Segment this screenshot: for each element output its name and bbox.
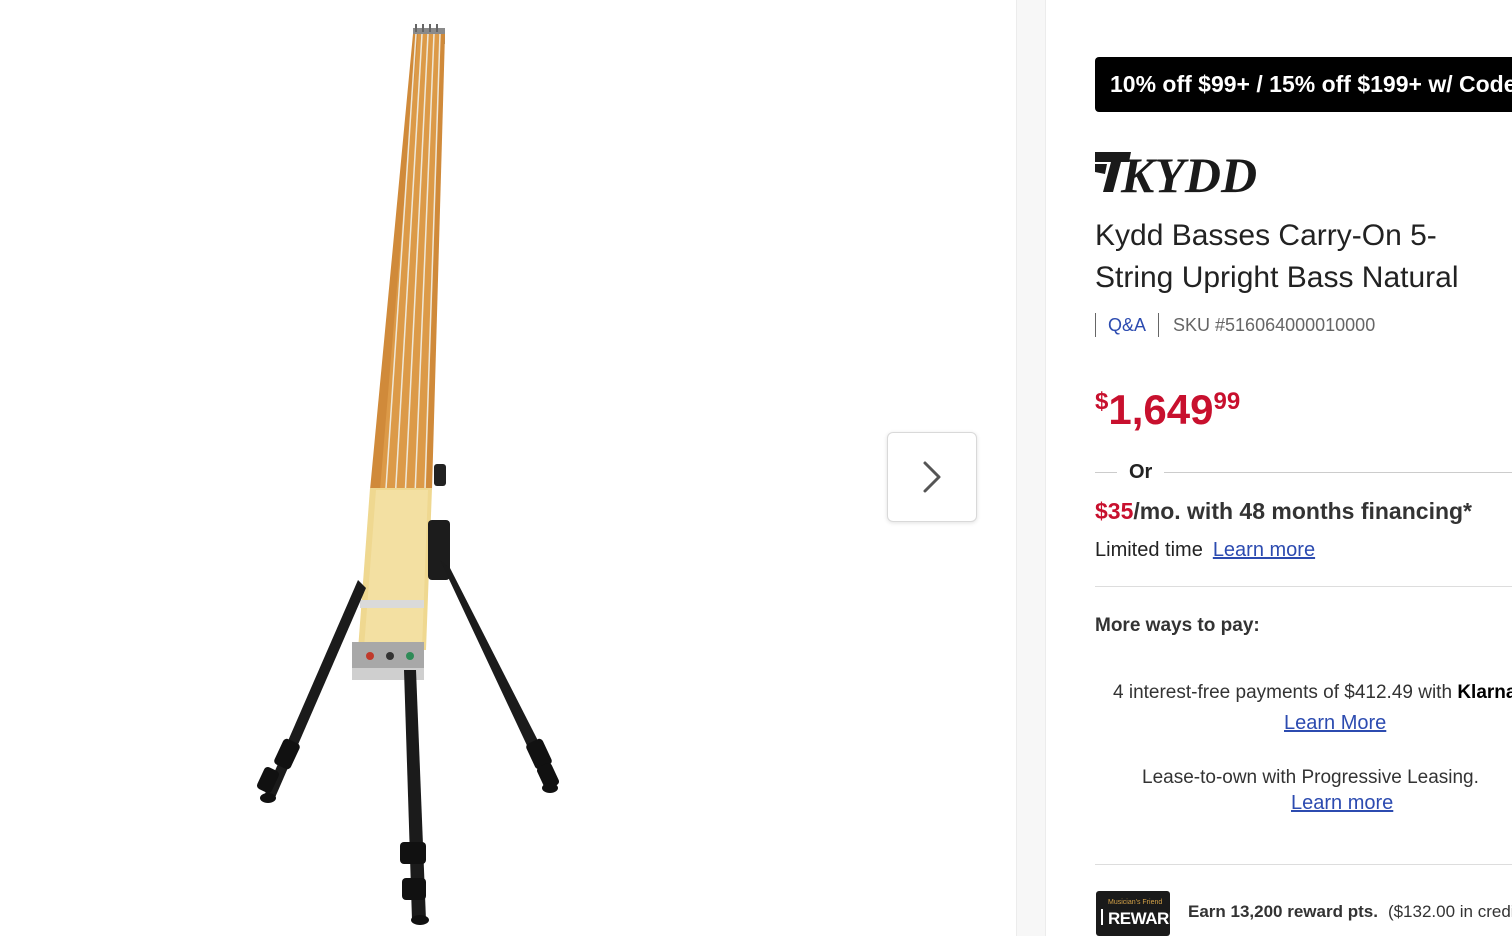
rewards-logo-text: REWARDS <box>1108 909 1192 928</box>
brand-logo[interactable]: KYDD <box>1095 148 1277 196</box>
financing-offer: $35/mo. with 48 months financing* <box>1095 498 1472 525</box>
price-currency: $ <box>1095 388 1109 415</box>
lease-offer: Lease-to-own with Progressive Leasing. <box>1142 767 1479 788</box>
limited-time-label: Limited time <box>1095 539 1203 561</box>
lease-learn-more-link[interactable]: Learn more <box>1291 792 1393 815</box>
price-cents: 99 <box>1213 388 1241 415</box>
brand-logo-text: KYDD <box>1120 148 1257 196</box>
product-title: Kydd Basses Carry-On 5-String Upright Ba… <box>1095 219 1459 294</box>
price-whole: 1,649 <box>1108 386 1214 433</box>
qa-link[interactable]: Q&A <box>1096 315 1158 336</box>
klarna-text: 4 interest-free payments of $412.49 with <box>1113 682 1458 703</box>
financing-terms: /mo. with 48 months financing* <box>1133 498 1473 524</box>
product-info-panel: 10% off $99+ / 15% off $199+ w/ Code KYD… <box>1046 0 1512 936</box>
rewards-points: Earn 13,200 reward pts. <box>1188 902 1378 921</box>
financing-learn-more-link[interactable]: Learn more <box>1213 539 1315 561</box>
product-meta: Q&A SKU #516064000010000 <box>1095 313 1375 337</box>
divider <box>1095 864 1512 865</box>
limited-time-row: Limited time Learn more <box>1095 539 1315 562</box>
price: $1,64999 <box>1095 386 1240 434</box>
rewards-logo: Musician's Friend REWARDS <box>1096 891 1192 936</box>
more-ways-heading: More ways to pay: <box>1095 615 1260 636</box>
rewards-info: Earn 13,200 reward pts. ($132.00 in credi… <box>1188 902 1512 922</box>
column-divider <box>1016 0 1046 936</box>
klarna-brand: Klarna <box>1457 682 1512 703</box>
klarna-offer: 4 interest-free payments of $412.49 with… <box>1113 682 1512 704</box>
or-label: Or <box>1129 460 1153 483</box>
product-gallery <box>0 0 1016 936</box>
rewards-logo-small: Musician's Friend <box>1108 899 1163 906</box>
financing-amount: $35 <box>1095 498 1134 524</box>
chevron-right-icon <box>923 461 941 493</box>
promo-banner[interactable]: 10% off $99+ / 15% off $199+ w/ Code <box>1095 57 1512 112</box>
klarna-learn-more-link[interactable]: Learn More <box>1284 712 1386 735</box>
product-page: 10% off $99+ / 15% off $199+ w/ Code KYD… <box>0 0 1512 936</box>
next-image-button[interactable] <box>887 432 977 522</box>
divider <box>1095 586 1512 587</box>
rewards-credit: ($132.00 in credit) <box>1387 902 1512 921</box>
sku-text: SKU #516064000010000 <box>1173 314 1376 335</box>
or-divider: Or <box>1095 460 1512 484</box>
product-image[interactable] <box>240 20 590 936</box>
